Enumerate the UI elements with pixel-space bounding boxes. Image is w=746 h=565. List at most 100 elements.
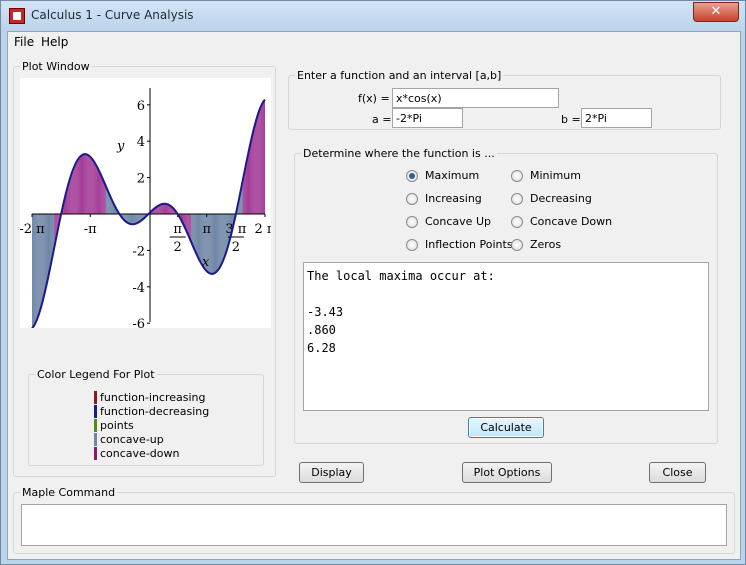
menu-bar: File Help <box>8 32 740 52</box>
result-output[interactable]: The local maxima occur at: -3.43 .860 6.… <box>303 262 709 411</box>
shading-strip <box>264 99 265 214</box>
radio-decreasing[interactable]: Decreasing <box>511 192 592 205</box>
shading-strip <box>161 204 163 214</box>
shading-strip <box>132 214 134 225</box>
shading-strip <box>44 214 46 294</box>
x-tick-label: 2 π <box>255 222 271 237</box>
x-tick-label: -2 π <box>20 222 45 237</box>
legend-swatch <box>94 447 97 460</box>
window-close-button[interactable]: ✕ <box>693 2 739 22</box>
shading-strip <box>255 119 257 214</box>
y-tick-label: 4 <box>137 135 145 150</box>
shading-strip <box>257 113 259 214</box>
shading-strip <box>98 170 100 214</box>
radio-dot <box>406 192 418 205</box>
shading-strip <box>195 214 197 254</box>
x-tick-denominator: 2 <box>173 240 181 255</box>
y-axis-label: y <box>116 139 125 154</box>
shading-strip <box>216 214 218 272</box>
function-input-label: Enter a function and an interval [a,b] <box>295 69 504 82</box>
shading-strip <box>247 152 249 214</box>
shading-strip <box>163 203 165 214</box>
radio-zeros[interactable]: Zeros <box>511 238 561 251</box>
shading-strip <box>77 158 79 214</box>
shading-strip <box>135 214 137 224</box>
shading-strip <box>220 214 222 267</box>
shading-strip <box>72 167 74 214</box>
shading-strip <box>219 214 221 269</box>
shading-strip <box>45 214 47 290</box>
x-tick-label: -π <box>84 222 97 237</box>
fx-input[interactable] <box>392 88 559 108</box>
radio-dot <box>511 238 523 251</box>
shading-strip <box>198 214 200 262</box>
maple-command-label: Maple Command <box>20 486 118 499</box>
y-tick-label: -2 <box>132 244 145 259</box>
y-tick-label: -4 <box>132 281 145 296</box>
display-button[interactable]: Display <box>299 462 364 483</box>
radio-label: Inflection Points <box>425 238 513 251</box>
shading-strip <box>165 203 167 214</box>
shading-strip <box>192 214 194 247</box>
radio-label: Increasing <box>425 192 482 205</box>
radio-minimum[interactable]: Minimum <box>511 169 581 182</box>
radio-maximum[interactable]: Maximum <box>406 169 479 182</box>
determine-label: Determine where the function is ... <box>301 147 497 160</box>
radio-label: Maximum <box>425 169 480 182</box>
shading-strip <box>133 214 135 225</box>
close-button[interactable]: Close <box>649 462 706 483</box>
shading-strip <box>47 214 49 281</box>
radio-inflection-points[interactable]: Inflection Points <box>406 238 513 251</box>
b-input[interactable] <box>581 108 652 128</box>
radio-increasing[interactable]: Increasing <box>406 192 482 205</box>
radio-dot <box>406 238 418 251</box>
shading-strip <box>78 157 80 214</box>
shading-strip <box>95 163 97 214</box>
menu-help[interactable]: Help <box>41 35 68 49</box>
shading-strip <box>82 154 84 214</box>
shading-strip <box>191 214 193 245</box>
radio-concave-up[interactable]: Concave Up <box>406 215 491 228</box>
plot-canvas: 6 4 2 -2 -4 -6 -2 π -π π 2 π 3 π 2 2 π y x <box>19 78 276 332</box>
color-legend-label: Color Legend For Plot <box>35 368 157 381</box>
legend-item-concave-up: concave-up <box>94 433 164 446</box>
shading-strip <box>197 214 199 258</box>
a-label: a = <box>372 113 392 126</box>
a-input[interactable] <box>392 108 463 128</box>
shading-strip <box>102 179 104 214</box>
shading-strip <box>134 214 136 224</box>
radio-label: Concave Up <box>425 215 491 228</box>
legend-item-points: points <box>94 419 134 432</box>
y-tick-label: 2 <box>137 172 145 187</box>
shading-strip <box>214 214 216 274</box>
shading-strip <box>262 102 264 214</box>
shading-strip <box>193 214 195 249</box>
radio-label: Decreasing <box>530 192 592 205</box>
radio-concave-down[interactable]: Concave Down <box>511 215 612 228</box>
shading-strip <box>263 100 265 214</box>
shading-strip <box>211 214 213 274</box>
shading-strip <box>218 214 220 270</box>
shading-strip <box>98 168 99 214</box>
shading-strip <box>213 214 215 274</box>
menu-file[interactable]: File <box>14 35 34 49</box>
maple-command-input[interactable] <box>21 504 727 546</box>
shading-strip <box>162 203 164 214</box>
shading-strip <box>259 108 261 214</box>
title-bar[interactable]: Calculus 1 - Curve Analysis ✕ <box>1 1 745 31</box>
y-tick-label: 6 <box>137 99 145 114</box>
shading-strip <box>93 160 95 214</box>
plot-options-button[interactable]: Plot Options <box>462 462 552 483</box>
fx-label: f(x) = <box>358 92 390 105</box>
calculate-button[interactable]: Calculate <box>468 417 544 438</box>
shading-strip <box>71 170 73 214</box>
legend-label: function-decreasing <box>100 405 210 418</box>
shading-strip <box>258 110 260 214</box>
shading-strip <box>252 130 254 214</box>
legend-label: concave-down <box>100 447 180 460</box>
shading-strip <box>89 155 91 214</box>
shading-strip <box>166 204 168 214</box>
radio-dot <box>511 192 523 205</box>
x-axis-label: x <box>202 255 210 270</box>
shading-strip <box>94 161 96 214</box>
